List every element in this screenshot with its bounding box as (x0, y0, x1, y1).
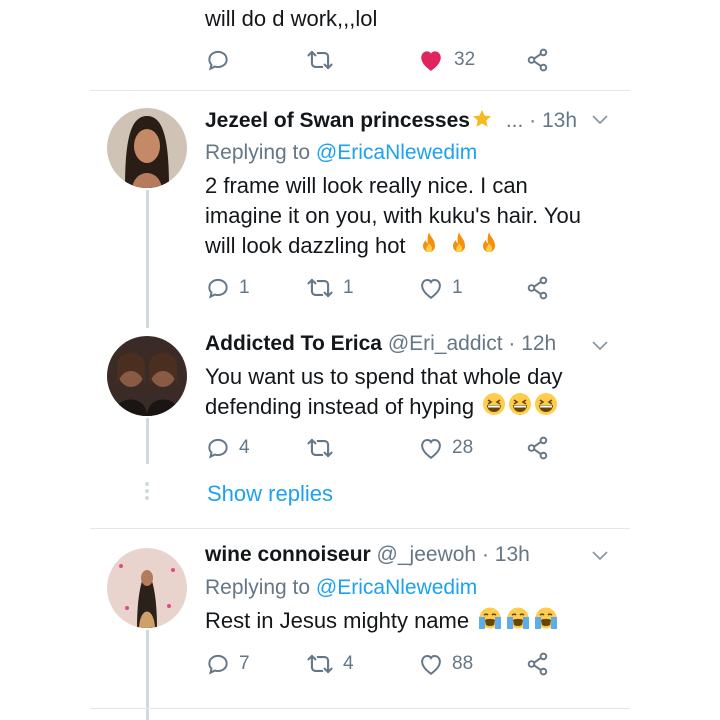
top-tweet-text: will do d work,,,lol (205, 6, 378, 31)
reply-icon (208, 278, 228, 299)
handle[interactable]: @_jeewoh (377, 543, 477, 566)
tweet-actions: 1 1 1 (205, 273, 565, 303)
handle[interactable]: @Eri_addict (388, 332, 503, 355)
reply-button[interactable]: 1 (205, 273, 250, 303)
mention-link[interactable]: @EricaNlewedim (316, 576, 477, 599)
retweet-button[interactable] (305, 433, 343, 463)
share-button[interactable] (525, 433, 551, 463)
share-icon (527, 276, 548, 300)
retweet-count: 4 (343, 653, 354, 674)
retweet-button[interactable]: 1 (305, 273, 354, 303)
share-icon (527, 652, 548, 676)
avatar-photo (107, 108, 187, 188)
share-icon (527, 436, 548, 460)
replying-to: Replying to @EricaNlewedim (205, 138, 477, 168)
reply-icon (208, 50, 228, 71)
like-button[interactable]: 88 (418, 649, 473, 679)
like-count: 88 (452, 653, 474, 674)
tweet-text-line-last: will look dazzling hot (205, 231, 581, 261)
reply-icon (208, 654, 228, 675)
reply-count: 7 (239, 653, 250, 674)
chevron-down-icon[interactable] (590, 549, 610, 563)
avatar[interactable] (107, 548, 187, 628)
avatar[interactable] (107, 108, 187, 188)
tweet-text: You want us to spend that whole day defe… (205, 362, 563, 422)
loudly-crying-emoji (475, 607, 559, 633)
retweet-icon (307, 278, 333, 298)
thread-dots-icon (145, 482, 150, 504)
thread-line (146, 190, 149, 328)
like-count: 1 (452, 277, 463, 298)
tweet-text-line: 2 frame will look really nice. I can (205, 173, 528, 198)
tweet-header: Jezeel of Swan princesses ... · 13h (205, 109, 578, 132)
timestamp[interactable]: 13h (542, 109, 577, 132)
reply-button[interactable] (205, 45, 231, 75)
grinning-squinting-emoji (480, 393, 558, 419)
tweet-text: 2 frame will look really nice. I can ima… (205, 171, 581, 261)
tweet-actions: 4 28 (205, 433, 565, 463)
reply-count: 4 (239, 437, 250, 458)
divider (90, 90, 630, 91)
retweet-icon (307, 50, 333, 70)
heart-icon (421, 279, 441, 299)
divider (90, 528, 630, 529)
like-count: 32 (454, 49, 476, 70)
retweet-count: 1 (343, 277, 354, 298)
display-name[interactable]: Addicted To Erica (205, 332, 382, 355)
replying-to: Replying to @EricaNlewedim (205, 573, 477, 603)
share-button[interactable] (525, 45, 551, 75)
like-button[interactable]: 28 (418, 433, 473, 463)
fire-emoji (416, 232, 500, 258)
tweet-header: Addicted To Erica @Eri_addict · 12h (205, 332, 557, 355)
timestamp[interactable]: 12h (521, 332, 556, 355)
tweet-text-line-last: defending instead of hyping (205, 392, 563, 422)
show-replies-link[interactable]: Show replies (207, 481, 333, 507)
tweet-text: Rest in Jesus mighty name (205, 606, 559, 636)
retweet-button[interactable]: 4 (305, 649, 354, 679)
chevron-down-icon[interactable] (590, 339, 610, 353)
tweet-text-line: defending instead of hyping (205, 394, 475, 419)
avatar-photo (107, 548, 187, 628)
divider (90, 708, 630, 709)
share-icon (527, 48, 548, 72)
display-name[interactable]: Jezeel of Swan princesses (205, 109, 470, 132)
top-tweet-actions: 32 (205, 45, 565, 75)
retweet-icon (307, 438, 333, 458)
tweet-header: wine connoiseur @_jeewoh · 13h (205, 543, 530, 566)
handle[interactable]: ... (506, 109, 524, 132)
avatar[interactable] (107, 336, 187, 416)
replying-label: Replying to (205, 576, 311, 599)
heart-filled-icon (421, 51, 441, 71)
tweet-text-line: will look dazzling hot (205, 233, 406, 258)
reply-button[interactable]: 7 (205, 649, 250, 679)
heart-icon (421, 439, 441, 459)
like-count: 28 (452, 437, 474, 458)
reply-icon (208, 438, 228, 459)
reply-button[interactable]: 4 (205, 433, 250, 463)
replying-label: Replying to (205, 141, 311, 164)
like-button[interactable]: 32 (418, 45, 475, 75)
tweet-text-line: You want us to spend that whole day (205, 364, 563, 389)
reply-count: 1 (239, 277, 250, 298)
display-name[interactable]: wine connoiseur (205, 543, 371, 566)
retweet-button[interactable] (305, 45, 335, 75)
retweet-icon (307, 654, 333, 674)
star-emoji (472, 109, 491, 127)
tweet-text-line: imagine it on you, with kuku's hair. You (205, 203, 581, 228)
heart-icon (421, 655, 441, 675)
avatar-photo (107, 336, 187, 416)
timestamp[interactable]: 13h (495, 543, 530, 566)
thread-line (146, 630, 149, 720)
tweet-actions: 7 4 88 (205, 649, 565, 679)
chevron-down-icon[interactable] (590, 113, 610, 127)
share-button[interactable] (525, 273, 551, 303)
share-button[interactable] (525, 649, 551, 679)
tweet-text-line: Rest in Jesus mighty name (205, 608, 470, 633)
mention-link[interactable]: @EricaNlewedim (316, 141, 477, 164)
thread-line (146, 418, 149, 464)
like-button[interactable]: 1 (418, 273, 463, 303)
